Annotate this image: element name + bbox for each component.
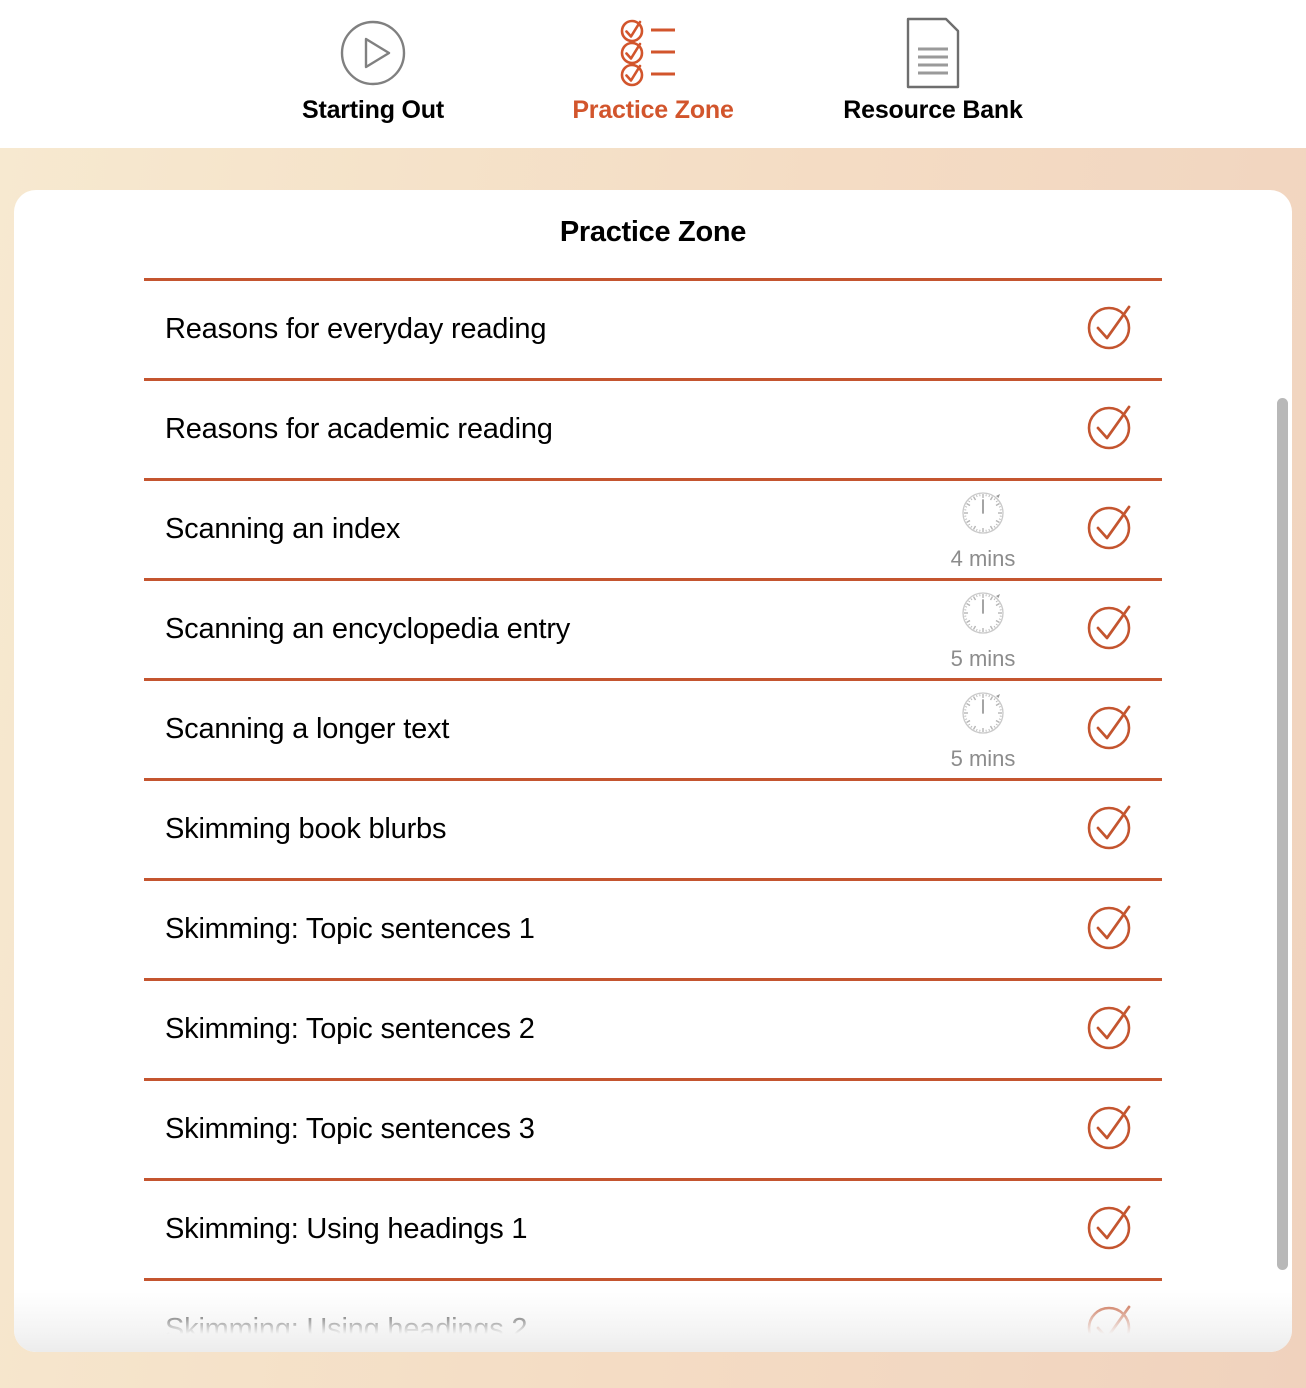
list-item-duration: 5 mins: [908, 588, 1058, 672]
check-circle-icon: [1084, 1101, 1136, 1158]
list-item-label: Skimming: Using headings 2: [165, 1313, 528, 1345]
duration-label: 5 mins: [950, 645, 1016, 671]
tab-practice-zone-label: Practice Zone: [572, 96, 734, 124]
list-item[interactable]: Skimming: Topic sentences 2: [144, 981, 1162, 1078]
tab-starting-out[interactable]: Starting Out: [233, 0, 513, 148]
complete-check-button[interactable]: [1058, 1301, 1162, 1352]
timer-icon: [959, 588, 1007, 643]
list-item-duration: 4 mins: [908, 488, 1058, 572]
list-item-label: Skimming: Topic sentences 1: [165, 913, 535, 945]
list-item[interactable]: Skimming book blurbs: [144, 781, 1162, 878]
timer-icon: [959, 488, 1007, 543]
list-item[interactable]: Scanning an encyclopedia entry 5 mins: [144, 581, 1162, 678]
practice-zone-card: Practice Zone Reasons for everyday readi…: [14, 190, 1292, 1352]
duration-label: 5 mins: [950, 745, 1016, 771]
check-circle-icon: [1084, 301, 1136, 358]
complete-check-button[interactable]: [1058, 301, 1162, 358]
scrollbar-thumb[interactable]: [1277, 398, 1288, 1270]
play-circle-icon: [337, 14, 409, 92]
top-tab-bar: Starting Out Practice Zone Resource Bank: [0, 0, 1306, 148]
list-item[interactable]: Scanning an index 4 mins: [144, 481, 1162, 578]
tab-practice-zone[interactable]: Practice Zone: [513, 0, 793, 148]
check-circle-icon: [1084, 501, 1136, 558]
list-item-label: Scanning a longer text: [165, 713, 450, 745]
list-item-label: Scanning an index: [165, 513, 401, 545]
tab-resource-bank-label: Resource Bank: [843, 96, 1023, 124]
scrollbar-track[interactable]: [1277, 190, 1298, 1352]
list-item[interactable]: Reasons for academic reading: [144, 381, 1162, 478]
list-item-label: Reasons for academic reading: [165, 413, 553, 445]
checklist-icon: [613, 14, 693, 92]
list-item[interactable]: Skimming: Topic sentences 1: [144, 881, 1162, 978]
document-icon: [902, 14, 964, 92]
list-item-label: Skimming: Topic sentences 2: [165, 1013, 535, 1045]
complete-check-button[interactable]: [1058, 601, 1162, 658]
list-item[interactable]: Skimming: Using headings 2: [144, 1281, 1162, 1352]
duration-label: 4 mins: [950, 545, 1016, 571]
complete-check-button[interactable]: [1058, 1001, 1162, 1058]
list-item-duration: 5 mins: [908, 688, 1058, 772]
list-item[interactable]: Reasons for everyday reading: [144, 281, 1162, 378]
complete-check-button[interactable]: [1058, 901, 1162, 958]
check-circle-icon: [1084, 1201, 1136, 1258]
page-title: Practice Zone: [559, 216, 747, 248]
complete-check-button[interactable]: [1058, 1201, 1162, 1258]
complete-check-button[interactable]: [1058, 501, 1162, 558]
check-circle-icon: [1084, 1001, 1136, 1058]
complete-check-button[interactable]: [1058, 1101, 1162, 1158]
timer-icon: [959, 688, 1007, 743]
list-item-label: Skimming: Topic sentences 3: [165, 1113, 535, 1145]
check-circle-icon: [1084, 701, 1136, 758]
complete-check-button[interactable]: [1058, 401, 1162, 458]
check-circle-icon: [1084, 1301, 1136, 1352]
list-item[interactable]: Skimming: Using headings 1: [144, 1181, 1162, 1278]
list-item-label: Skimming: Using headings 1: [165, 1213, 528, 1245]
list-item-label: Skimming book blurbs: [165, 813, 447, 845]
tab-starting-out-label: Starting Out: [301, 96, 445, 124]
check-circle-icon: [1084, 601, 1136, 658]
tab-resource-bank[interactable]: Resource Bank: [793, 0, 1073, 148]
check-circle-icon: [1084, 901, 1136, 958]
list-item-label: Scanning an encyclopedia entry: [165, 613, 571, 645]
list-item-label: Reasons for everyday reading: [165, 313, 547, 345]
check-circle-icon: [1084, 801, 1136, 858]
check-circle-icon: [1084, 401, 1136, 458]
complete-check-button[interactable]: [1058, 801, 1162, 858]
complete-check-button[interactable]: [1058, 701, 1162, 758]
list-item[interactable]: Scanning a longer text 5 mins: [144, 681, 1162, 778]
list-item[interactable]: Skimming: Topic sentences 3: [144, 1081, 1162, 1178]
practice-list: Reasons for everyday reading Reasons for …: [144, 249, 1162, 1352]
